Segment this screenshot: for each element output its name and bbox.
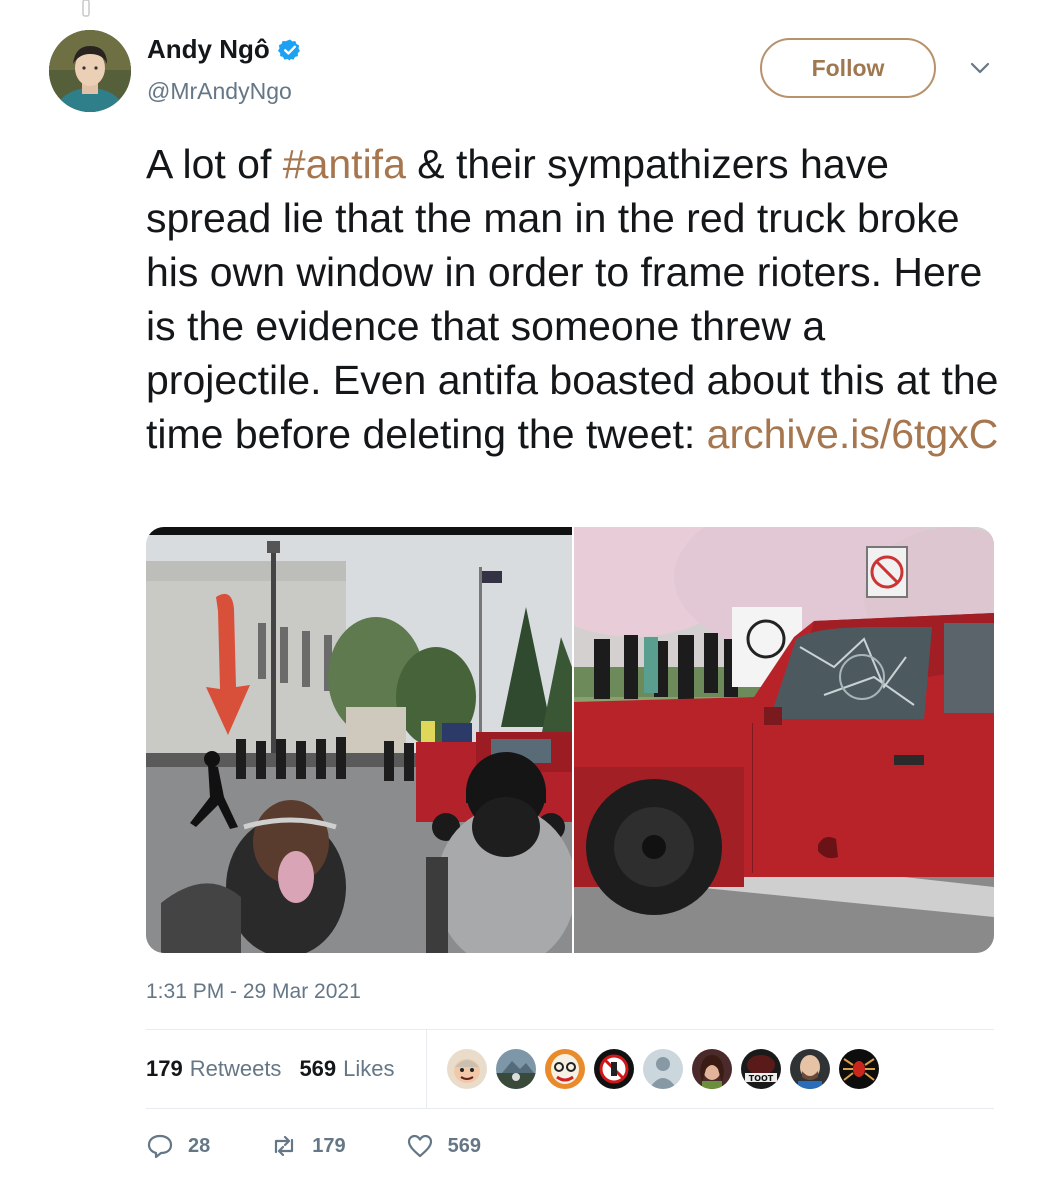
liker-avatar[interactable] <box>496 1049 536 1089</box>
retweets-stat[interactable]: 179 Retweets <box>146 1056 281 1082</box>
liker-avatar[interactable] <box>545 1049 585 1089</box>
tweet-media <box>146 527 994 953</box>
liker-avatar[interactable] <box>839 1049 879 1089</box>
media-image-red-truck[interactable] <box>574 527 994 953</box>
author-avatar[interactable] <box>49 30 131 112</box>
hashtag-link[interactable]: #antifa <box>283 141 406 187</box>
retweet-icon <box>275 1135 294 1157</box>
top-edge-mark <box>82 0 90 17</box>
chevron-down-icon[interactable] <box>968 58 992 78</box>
like-button[interactable]: 569 <box>406 1132 481 1160</box>
tweet-text: A lot of #antifa & their sympathizers ha… <box>146 137 1006 461</box>
author-name[interactable]: Andy Ngô <box>147 34 270 65</box>
like-count: 569 <box>447 1134 481 1157</box>
retweets-label: Retweets <box>189 1056 282 1081</box>
likes-stat[interactable]: 569 Likes <box>299 1056 394 1082</box>
archive-link[interactable]: archive.is/6tgxC <box>707 411 999 457</box>
liker-avatar[interactable] <box>790 1049 830 1089</box>
tweet-stats: 179 Retweets 569 Likes <box>146 1056 395 1082</box>
media-divider <box>572 527 574 953</box>
reply-icon <box>147 1134 173 1159</box>
svg-text:TOOT: TOOT <box>749 1074 774 1083</box>
likes-count: 569 <box>299 1056 337 1081</box>
heart-icon <box>407 1134 432 1158</box>
tweet-timestamp[interactable]: 1:31 PM - 29 Mar 2021 <box>146 980 361 1004</box>
author-handle[interactable]: @MrAndyNgo <box>147 78 292 105</box>
likes-label: Likes <box>343 1056 395 1081</box>
tweet-actions: 28 179 569 <box>146 1132 541 1160</box>
reply-count: 28 <box>188 1134 211 1157</box>
divider-bottom <box>146 1108 994 1109</box>
liker-avatar[interactable]: TOOT <box>741 1049 781 1089</box>
retweet-count: 179 <box>312 1134 346 1157</box>
retweet-button[interactable]: 179 <box>270 1132 346 1160</box>
retweets-count: 179 <box>146 1056 183 1081</box>
media-top-bar <box>146 527 572 535</box>
reply-button[interactable]: 28 <box>146 1132 210 1160</box>
media-image-street-scene[interactable] <box>146 527 572 953</box>
verified-badge-icon <box>277 39 300 60</box>
tweet-text-part: A lot of <box>146 141 283 187</box>
liker-avatars: TOOT <box>447 1049 879 1089</box>
follow-button[interactable]: Follow <box>760 38 936 98</box>
liker-avatar[interactable] <box>594 1049 634 1089</box>
liker-avatar[interactable] <box>447 1049 487 1089</box>
liker-avatar[interactable] <box>643 1049 683 1089</box>
liker-avatar[interactable] <box>692 1049 732 1089</box>
tweet-text-part: & their sympathizers have spread lie tha… <box>146 141 999 457</box>
divider-top <box>146 1029 994 1030</box>
stats-divider <box>426 1030 427 1108</box>
author-avatar-image <box>49 30 131 112</box>
